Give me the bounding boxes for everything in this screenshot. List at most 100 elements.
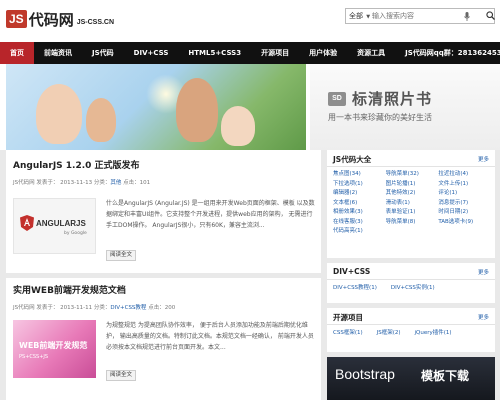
tag-list: 焦点图(34) 导航菜单(32) 拉近拉动(4) 下拉选项(1) 图片轮播(1)… <box>327 167 495 240</box>
tag-link[interactable]: 相册效果(3) <box>333 208 384 218</box>
search-input[interactable] <box>372 10 462 22</box>
nav-item-ux[interactable]: 用户体验 <box>299 42 347 64</box>
widget-header: JS代码大全 更多 <box>327 150 495 167</box>
tag-link[interactable]: 图片轮播(1) <box>386 180 437 190</box>
widget-divcss: DIV+CSS 更多 DIV+CSS教程(1) DIV+CSS实例(1) <box>327 263 495 303</box>
bootstrap-ad-cn-text: 模板下载 <box>421 369 470 383</box>
nav-item-qq-group[interactable]: JS代码网qq群：281362453 <box>395 42 500 64</box>
tag-link[interactable]: 导航菜单(32) <box>386 170 437 180</box>
tag-link[interactable]: DIV+CSS教程(1) <box>333 284 377 294</box>
banner-person-mother <box>36 84 82 144</box>
widget-header: 开源项目 更多 <box>327 308 495 325</box>
banner-text-area: SD 标清照片书 用一本书来珍藏你的美好生活 <box>310 64 500 150</box>
widget-open-source: 开源项目 更多 CSS框架(1) JS框架(2) jQuery插件(1) <box>327 308 495 352</box>
nav-item-divcss[interactable]: DIV+CSS <box>124 42 179 64</box>
tag-list: DIV+CSS教程(1) DIV+CSS实例(1) <box>327 280 495 298</box>
bootstrap-ad-text: Bootstrap <box>335 366 395 382</box>
banner-title: 标清照片书 <box>352 90 433 108</box>
search-scope-select[interactable]: 全部 ▼ <box>346 11 372 21</box>
post-category-label: 分类： <box>93 180 111 186</box>
widget-more-link[interactable]: 更多 <box>478 155 489 163</box>
tag-link[interactable]: 在线客服(3) <box>333 218 384 228</box>
post-title[interactable]: AngularJS 1.2.0 正式版发布 <box>13 158 140 171</box>
post-excerpt: 什么是AngularJS (Angular.JS) 是一组用来开发Web页面的框… <box>106 200 315 229</box>
post-author: JS代码网 <box>13 180 35 186</box>
tag-link[interactable]: 拉近拉动(4) <box>438 170 489 180</box>
tag-link[interactable]: CSS框架(1) <box>333 329 363 339</box>
thumb-google-text: by Google <box>64 231 87 236</box>
widget-header: DIV+CSS 更多 <box>327 263 495 280</box>
logo-name: 代码网 <box>28 10 74 29</box>
tag-link[interactable]: 滑动表(1) <box>386 199 437 209</box>
post-divider <box>6 273 321 278</box>
search-button[interactable] <box>483 8 497 24</box>
post-title[interactable]: 实用WEB前端开发规范文档 <box>13 283 126 296</box>
tag-link[interactable]: 导航菜单(8) <box>386 218 437 228</box>
post-date: 2013-11-13 <box>60 180 93 186</box>
nav-item-home[interactable]: 首页 <box>0 42 34 64</box>
main-nav: 首页 前端资讯 JS代码 DIV+CSS HTML5+CSS3 开源项目 用户体… <box>0 42 500 64</box>
post-category-link[interactable]: 其他 <box>110 180 121 186</box>
tag-link[interactable]: 评论(1) <box>438 189 489 199</box>
widget-more-link[interactable]: 更多 <box>478 313 489 321</box>
post-category-label: 分类： <box>93 305 111 311</box>
widget-more-link[interactable]: 更多 <box>478 268 489 276</box>
search-box: 全部 ▼ <box>345 8 495 24</box>
tag-link[interactable]: DIV+CSS实例(1) <box>391 284 435 294</box>
search-icon <box>485 10 495 22</box>
tag-link[interactable]: 消息提示(7) <box>438 199 489 209</box>
tag-link[interactable]: 下拉选项(1) <box>333 180 384 190</box>
widget-js-code: JS代码大全 更多 焦点图(34) 导航菜单(32) 拉近拉动(4) 下拉选项(… <box>327 150 495 258</box>
widget-title: JS代码大全 <box>333 155 372 164</box>
post-date-label: 发表于： <box>36 180 59 186</box>
read-more-button[interactable]: 阅读全文 <box>106 370 136 381</box>
thumb-web-text: WEB前端开发规范 <box>19 341 88 350</box>
nav-item-frontend-news[interactable]: 前端资讯 <box>34 42 82 64</box>
tag-link[interactable]: 文件上传(1) <box>438 180 489 190</box>
banner-person-child <box>86 98 116 142</box>
tag-link[interactable]: 表单验证(1) <box>386 208 437 218</box>
tag-link[interactable]: TAB选项卡(9) <box>438 218 489 228</box>
tag-link[interactable]: JS框架(2) <box>377 329 401 339</box>
tag-link[interactable]: 文本框(6) <box>333 199 384 209</box>
post-meta: JS代码网 发表于： 2013-11-13 分类：其他 点击：101 <box>13 178 150 186</box>
post-thumbnail[interactable]: ANGULARJS by Google <box>13 198 96 254</box>
widget-title: 开源项目 <box>333 313 363 322</box>
post-date: 2013-11-11 <box>60 305 93 311</box>
site-logo[interactable]: JS 代码网 JS-CSS.CN <box>6 7 114 31</box>
sd-badge: SD <box>328 92 346 106</box>
bootstrap-template-ad[interactable]: Bootstrap 模板下载 <box>327 357 495 400</box>
post-thumbnail[interactable]: WEB前端开发规范 PS+CSS+JS <box>13 320 96 378</box>
logo-js-mark: JS <box>6 10 27 28</box>
tag-link[interactable]: 时间日期(2) <box>438 208 489 218</box>
banner-person-father <box>176 78 218 142</box>
header: JS 代码网 JS-CSS.CN 全部 ▼ <box>0 0 500 42</box>
widget-title: DIV+CSS <box>333 267 371 276</box>
banner-ad[interactable]: SD 标清照片书 用一本书来珍藏你的美好生活 <box>0 64 500 150</box>
tag-link[interactable]: 其他特效(2) <box>386 189 437 199</box>
tag-link[interactable]: 编辑器(2) <box>333 189 384 199</box>
tag-link[interactable]: jQuery插件(1) <box>415 329 452 339</box>
banner-subtitle: 用一本书来珍藏你的美好生活 <box>328 113 432 122</box>
chevron-down-icon: ▼ <box>366 14 371 20</box>
tag-link[interactable]: 焦点图(34) <box>333 170 384 180</box>
post-views: 101 <box>139 180 151 186</box>
logo-domain: JS-CSS.CN <box>76 18 115 26</box>
microphone-icon[interactable] <box>462 10 472 22</box>
angular-shield-icon <box>20 215 34 233</box>
search-scope-label: 全部 <box>349 12 363 20</box>
banner-person-daughter <box>221 106 255 146</box>
nav-item-tools[interactable]: 资源工具 <box>347 42 395 64</box>
tag-link[interactable]: 代码高亮(1) <box>333 227 384 237</box>
post-category-link[interactable]: DIV+CSS教程 <box>110 305 146 311</box>
tag-list: CSS框架(1) JS框架(2) jQuery插件(1) <box>327 325 495 343</box>
post-views-label: 点击： <box>148 305 165 311</box>
nav-item-js-code[interactable]: JS代码 <box>82 42 124 64</box>
nav-item-open-source[interactable]: 开源项目 <box>251 42 299 64</box>
nav-item-html5-css3[interactable]: HTML5+CSS3 <box>178 42 251 64</box>
read-more-button[interactable]: 阅读全文 <box>106 250 136 261</box>
thumb-angular-text: ANGULARJS <box>36 219 86 228</box>
post-views: 200 <box>164 305 176 311</box>
post-views-label: 点击： <box>123 180 140 186</box>
post-date-label: 发表于： <box>36 305 59 311</box>
